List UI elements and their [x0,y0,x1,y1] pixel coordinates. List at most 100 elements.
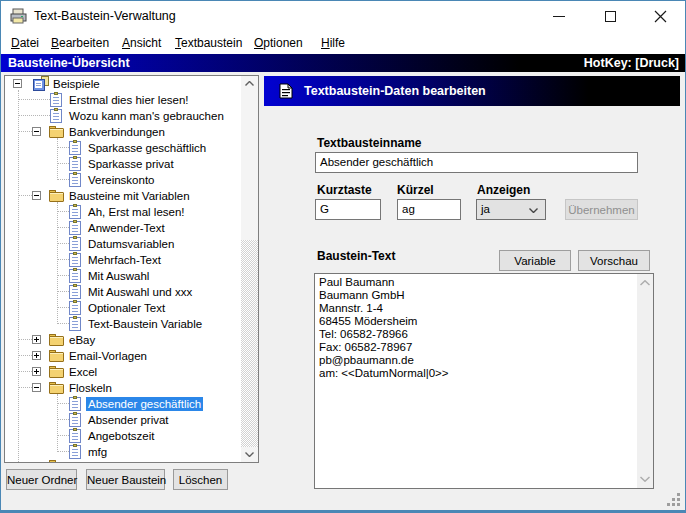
tree-item[interactable]: Sparkasse geschäftlich [5,140,241,156]
tree-item[interactable]: mfg [5,444,241,460]
tree-item[interactable]: Beispiele [5,76,241,92]
menu-textbaustein[interactable]: Textbaustein [175,36,242,50]
tree-item-label[interactable]: Excel [69,365,97,379]
tree-item[interactable]: Bausteine mit Variablen [5,188,241,204]
tree-expand-box[interactable] [32,383,41,392]
folder-icon [49,460,65,463]
shortkey-input[interactable]: G [315,199,381,220]
window-title: Text-Baustein-Verwaltung [34,9,176,23]
show-dropdown[interactable]: ja [476,199,546,220]
tree-item[interactable]: Datumsvariablen [5,236,241,252]
menu-ansicht[interactable]: Ansicht [122,36,161,50]
abbrev-input[interactable]: ag [397,199,461,220]
tree-expand-box[interactable] [32,191,41,200]
tree-item-label[interactable]: Text-Baustein Variable [88,317,202,331]
minimize-button[interactable] [536,1,582,31]
menu-datei[interactable]: Datei [11,36,39,50]
folder-icon [49,350,65,362]
tree-expand-box[interactable] [32,335,41,344]
folder-icon [49,190,65,202]
show-label: Anzeigen [477,183,530,197]
resize-grip[interactable] [677,503,680,506]
scroll-up-icon[interactable] [640,280,650,286]
tree-item[interactable]: Vereinskonto [5,172,241,188]
tree-item[interactable]: Anwender-Text [5,220,241,236]
overview-header-bar: Bausteine-Übersicht HotKey: [Druck] [1,54,685,72]
folder-icon [49,366,65,378]
tree-item[interactable]: Email-Vorlagen [5,348,241,364]
tree-item[interactable] [5,460,241,463]
tree-item-label[interactable]: Ah, Erst mal lesen! [88,205,185,219]
body-textarea[interactable]: Paul Baumann Baumann GmbH Mannstr. 1-4 6… [314,273,654,489]
tree-item[interactable]: Ah, Erst mal lesen! [5,204,241,220]
tree-item[interactable]: Mit Auswahl [5,268,241,284]
tree-item-label[interactable]: Email-Vorlagen [69,349,147,363]
tree-item[interactable]: Wozu kann man's gebrauchen [5,108,241,124]
snippet-icon [69,429,81,443]
tree-item[interactable]: Optionaler Text [5,300,241,316]
tree-item-label[interactable]: Datumsvariablen [88,237,174,251]
tree-item[interactable]: Text-Baustein Variable [5,316,241,332]
scroll-down-icon[interactable] [640,476,650,482]
menu-bar: Datei Bearbeiten Ansicht Textbaustein Op… [1,31,685,54]
tree-scrollbar[interactable] [241,76,258,462]
tree-item-label[interactable]: Bankverbindungen [69,125,165,139]
tree-item-label[interactable]: Anwender-Text [88,221,165,235]
tree-expand-box[interactable] [32,351,41,360]
tree-item-label[interactable]: Wozu kann man's gebrauchen [69,109,224,123]
app-icon [10,8,27,25]
tree-item-label[interactable]: Absender geschäftlich [86,397,203,411]
tree-item[interactable]: Excel [5,364,241,380]
snippet-icon [69,157,81,171]
document-icon [279,83,293,99]
close-button[interactable] [637,1,683,31]
delete-button[interactable]: Löschen [173,469,228,490]
tree-item-label[interactable]: Mit Auswahl und xxx [88,285,192,299]
tree-item-label[interactable]: Beispiele [53,77,100,91]
maximize-icon [605,11,616,22]
tree-item[interactable]: eBay [5,332,241,348]
tree-item[interactable]: Sparkasse privat [5,156,241,172]
tree-item-label[interactable]: Mit Auswahl [88,269,149,283]
window-content: Text-Baustein-Verwaltung Datei Bearbeite… [1,1,685,510]
tree-item-label[interactable]: Bausteine mit Variablen [69,189,190,203]
variable-button[interactable]: Variable [499,250,571,271]
tree-item-label[interactable]: Sparkasse privat [88,157,174,171]
maximize-button[interactable] [587,1,633,31]
tree-item[interactable]: Floskeln [5,380,241,396]
tree-item-label[interactable]: Sparkasse geschäftlich [88,141,206,155]
tree-item-label[interactable]: Absender privat [88,413,169,427]
tree-item[interactable]: Absender geschäftlich [5,396,241,412]
tree-expand-box[interactable] [13,79,22,88]
tree-item-label[interactable]: Erstmal dies hier lesen! [69,93,189,107]
menu-bearbeiten[interactable]: Bearbeiten [51,36,109,50]
tree-item-label[interactable]: Vereinskonto [88,173,155,187]
scroll-down-icon[interactable] [245,452,254,457]
tree-expand-box[interactable] [32,127,41,136]
apply-button[interactable]: Übernehmen [565,199,638,220]
new-snippet-button[interactable]: Neuer Baustein [86,469,165,490]
textarea-scrollbar[interactable] [637,274,653,488]
tree-expand-box[interactable] [32,367,41,376]
tree-item[interactable]: Angebotszeit [5,428,241,444]
tree-item-label[interactable]: Floskeln [69,381,112,395]
overview-title: Bausteine-Übersicht [8,56,130,70]
tree-item-label[interactable]: Angebotszeit [88,429,155,443]
new-folder-button[interactable]: Neuer Ordner [6,469,77,490]
tree-item[interactable]: Bankverbindungen [5,124,241,140]
tree-item-label[interactable]: mfg [88,445,107,459]
tree-item[interactable]: Mehrfach-Text [5,252,241,268]
tree-item[interactable]: Mit Auswahl und xxx [5,284,241,300]
scroll-up-icon[interactable] [245,81,254,86]
preview-button[interactable]: Vorschau [578,250,650,271]
tree-item[interactable]: Erstmal dies hier lesen! [5,92,241,108]
root-icon [33,76,50,91]
tree-item-label[interactable]: Mehrfach-Text [88,253,161,267]
tree-item[interactable]: Absender privat [5,412,241,428]
name-input[interactable]: Absender geschäftlich [315,152,638,173]
menu-hilfe[interactable]: Hilfe [321,36,345,50]
tree-scrollbar-track[interactable] [241,240,258,447]
tree-item-label[interactable]: eBay [69,333,95,347]
menu-optionen[interactable]: Optionen [254,36,303,50]
tree-item-label[interactable]: Optionaler Text [88,301,165,315]
